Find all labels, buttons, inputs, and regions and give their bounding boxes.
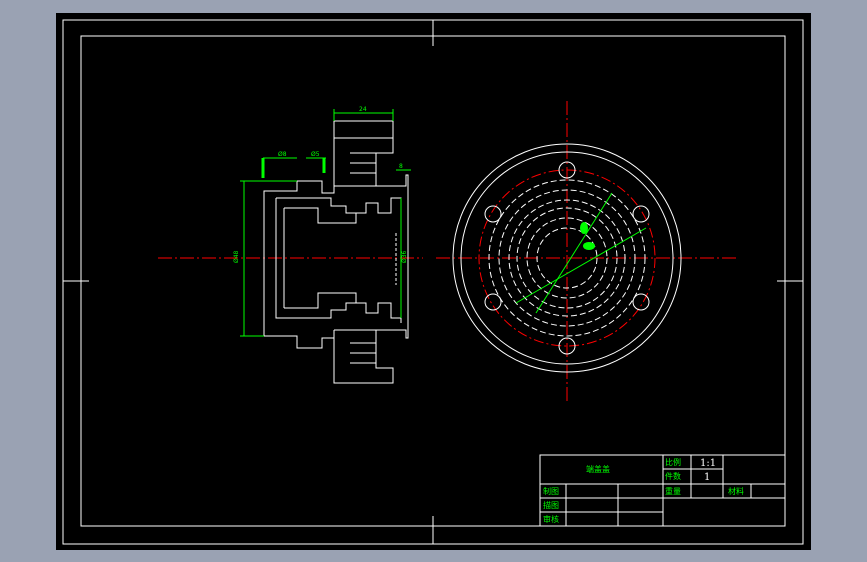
tb-scale-label: 比例 (665, 457, 681, 467)
front-view (436, 101, 736, 403)
cad-viewport[interactable]: 24 Ø8 Ø5 8 Ø48 Ø36 端盖盖 比例 1:1 件数 1 重量 材料… (56, 13, 811, 550)
bolt-hole-lower-right (632, 293, 650, 311)
diameter-line-1 (515, 227, 647, 304)
tb-count-value: 1 (704, 472, 710, 483)
bore-top (284, 207, 357, 224)
bottom-hub-outline (333, 329, 394, 384)
dim-left-a-label: Ø8 (278, 151, 287, 158)
sheet-outer-border (62, 19, 804, 545)
sheet-inner-frame (80, 35, 786, 527)
bolt-hole-upper-right (632, 205, 650, 223)
tb-count-label: 件数 (665, 471, 681, 481)
dim-left-b-label: Ø5 (311, 151, 320, 158)
diameter-marker-1 (580, 222, 588, 234)
tb-checked-label: 审核 (543, 514, 559, 524)
top-hub-inner (333, 120, 394, 138)
bolt-hole-upper-left (484, 205, 502, 223)
tb-material-label: 材料 (728, 486, 744, 496)
tb-designed-label: 描图 (543, 500, 559, 510)
tb-part-name: 端盖盖 (586, 464, 610, 474)
tb-drawn-label: 制图 (543, 486, 559, 496)
dim-right-small-label: 8 (399, 163, 403, 170)
top-hub-outline (333, 137, 394, 187)
diameter-marker-2 (583, 242, 595, 250)
title-block-text: 端盖盖 比例 1:1 件数 1 重量 材料 制图 描图 审核 (543, 457, 744, 524)
bolt-hole-lower-left (484, 293, 502, 311)
title-block (539, 454, 786, 527)
cad-drawing: 24 Ø8 Ø5 8 Ø48 Ø36 端盖盖 比例 1:1 件数 1 重量 材料… (62, 19, 804, 545)
dim-top-width-label: 24 (359, 106, 367, 113)
section-view (158, 120, 423, 384)
body-outer (263, 180, 335, 349)
tb-weight-label: 重量 (665, 486, 681, 496)
dim-inner-height-label: Ø36 (401, 250, 408, 263)
inner-profile-top (276, 197, 402, 323)
dim-overall-height-label: Ø48 (233, 250, 240, 263)
dimension-labels: 24 Ø8 Ø5 8 Ø48 Ø36 (233, 106, 408, 263)
tb-scale-value: 1:1 (700, 458, 716, 469)
bore-bottom (284, 292, 357, 309)
